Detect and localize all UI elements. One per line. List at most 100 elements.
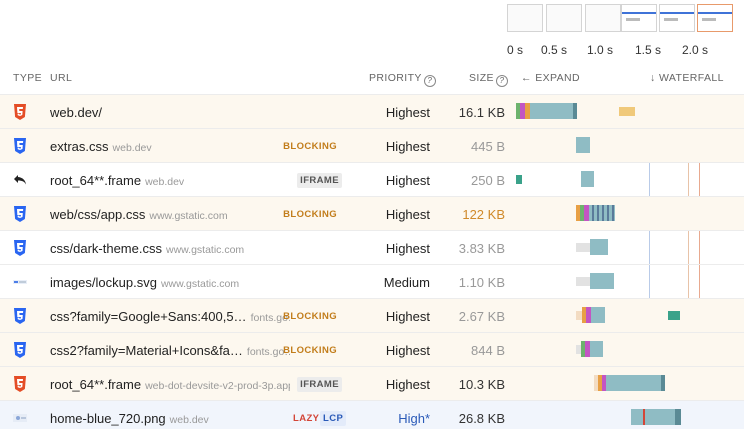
url-column-header[interactable]: URL bbox=[50, 72, 72, 84]
waterfall-bar[interactable] bbox=[515, 367, 744, 401]
table-row[interactable]: root_64**.frame web.dev IFRAME Highest 25… bbox=[0, 162, 744, 196]
waterfall-bar[interactable] bbox=[515, 401, 744, 429]
request-url[interactable]: home-blue_720.png web.dev bbox=[50, 411, 209, 426]
request-waterfall-panel: 0 s 0.5 s 1.0 s 1.5 s 2.0 s TYPE URL PRI… bbox=[0, 0, 744, 429]
request-url[interactable]: images/lockup.svg www.gstatic.com bbox=[50, 275, 239, 290]
waterfall-bar[interactable] bbox=[515, 95, 744, 129]
priority-value: Highest bbox=[385, 241, 430, 256]
size-label: SIZE bbox=[469, 72, 494, 84]
request-url[interactable]: root_64**.frame web.dev bbox=[50, 173, 184, 188]
size-column-header[interactable]: SIZE? bbox=[469, 72, 508, 87]
priority-value: Highest bbox=[385, 343, 430, 358]
iframe-badge: IFRAME bbox=[297, 173, 342, 188]
url-path: css?family=Google+Sans:400,5… bbox=[50, 309, 247, 324]
request-domain: web.dev bbox=[169, 414, 209, 426]
css3-icon bbox=[14, 308, 26, 324]
request-url[interactable]: css2?family=Material+Icons&fa…fonts.go… bbox=[50, 343, 290, 358]
waterfall-bar[interactable] bbox=[515, 299, 744, 333]
size-value: 122 KB bbox=[462, 207, 505, 222]
svg-image-icon bbox=[13, 280, 27, 284]
blocking-badge: BLOCKING bbox=[283, 209, 337, 220]
url-path: css/dark-theme.css bbox=[50, 241, 162, 256]
time-tick: 2.0 s bbox=[681, 43, 708, 57]
table-row[interactable]: css/dark-theme.css www.gstatic.com Highes… bbox=[0, 230, 744, 264]
waterfall-bar[interactable] bbox=[515, 333, 744, 367]
table-row[interactable]: extras.css web.dev BLOCKING Highest 445 B bbox=[0, 128, 744, 162]
lcp-badge: LCP bbox=[320, 411, 347, 426]
waterfall-bar[interactable] bbox=[515, 231, 744, 265]
size-value: 445 B bbox=[471, 139, 505, 154]
url-path: root_64**.frame bbox=[50, 377, 142, 392]
filmstrip-frame-3[interactable] bbox=[621, 4, 657, 32]
table-header: TYPE URL PRIORITY? SIZE? ← EXPAND ↓ WATE… bbox=[0, 64, 744, 92]
waterfall-bar[interactable] bbox=[515, 265, 744, 299]
size-value: 26.8 KB bbox=[458, 411, 505, 426]
request-list: web.dev/ Highest 16.1 KB extras.css web.d… bbox=[0, 94, 744, 429]
url-path: home-blue_720.png bbox=[50, 411, 166, 426]
request-domain: www.gstatic.com bbox=[149, 210, 228, 222]
waterfall-bar[interactable] bbox=[515, 163, 744, 197]
priority-label: PRIORITY bbox=[369, 72, 422, 84]
table-row[interactable]: css?family=Google+Sans:400,5…fonts.go… B… bbox=[0, 298, 744, 332]
filmstrip-frame-1[interactable] bbox=[546, 4, 582, 32]
table-row[interactable]: web/css/app.css www.gstatic.com BLOCKING … bbox=[0, 196, 744, 230]
table-row[interactable]: images/lockup.svg www.gstatic.com Medium … bbox=[0, 264, 744, 298]
priority-value: Highest bbox=[385, 105, 430, 120]
waterfall-bar[interactable] bbox=[515, 129, 744, 163]
request-url[interactable]: css?family=Google+Sans:400,5…fonts.go… bbox=[50, 309, 290, 324]
url-path: root_64**.frame bbox=[50, 173, 142, 188]
time-tick: 1.0 s bbox=[586, 43, 613, 57]
request-domain: web.dev bbox=[145, 176, 185, 188]
priority-value: Highest bbox=[385, 377, 430, 392]
time-tick: 0.5 s bbox=[540, 43, 567, 57]
priority-value: Medium bbox=[383, 275, 430, 290]
priority-value: High* bbox=[398, 411, 430, 426]
request-url[interactable]: css/dark-theme.css www.gstatic.com bbox=[50, 241, 244, 256]
size-value: 844 B bbox=[471, 343, 505, 358]
size-value: 1.10 KB bbox=[458, 275, 505, 290]
waterfall-bar[interactable] bbox=[515, 197, 744, 231]
lazy-badge: LAZY bbox=[293, 413, 320, 424]
filmstrip-frame-4[interactable] bbox=[659, 4, 695, 32]
request-url[interactable]: web.dev/ bbox=[50, 105, 102, 120]
request-domain: www.gstatic.com bbox=[165, 244, 245, 256]
redirect-arrow-icon bbox=[14, 175, 26, 185]
priority-value: Highest bbox=[385, 173, 430, 188]
size-value: 3.83 KB bbox=[458, 241, 505, 256]
table-row[interactable]: home-blue_720.png web.dev LAZY LCP High* … bbox=[0, 400, 744, 429]
iframe-badge: IFRAME bbox=[297, 377, 342, 392]
filmstrip-frame-2[interactable] bbox=[585, 4, 621, 32]
png-image-icon bbox=[13, 414, 27, 422]
blocking-badge: BLOCKING bbox=[283, 141, 337, 152]
request-domain: web-dot-devsite-v2-prod-3p.appsp… bbox=[145, 380, 290, 392]
priority-value: Highest bbox=[385, 309, 430, 324]
filmstrip-frame-0[interactable] bbox=[507, 4, 543, 32]
waterfall-toggle[interactable]: ↓ WATERFALL bbox=[650, 72, 724, 84]
blocking-badge: BLOCKING bbox=[283, 345, 337, 356]
priority-value: Highest bbox=[385, 207, 430, 222]
filmstrip-frame-5[interactable] bbox=[697, 4, 733, 32]
help-icon[interactable]: ? bbox=[423, 75, 436, 87]
table-row[interactable]: css2?family=Material+Icons&fa…fonts.go… … bbox=[0, 332, 744, 366]
request-domain: web.dev bbox=[112, 142, 152, 154]
time-tick: 0 s bbox=[506, 43, 523, 57]
table-row[interactable]: web.dev/ Highest 16.1 KB bbox=[0, 94, 744, 128]
request-url[interactable]: web/css/app.css www.gstatic.com bbox=[50, 207, 228, 222]
expand-button[interactable]: ← EXPAND bbox=[521, 72, 580, 84]
request-domain: www.gstatic.com bbox=[160, 278, 240, 290]
size-value: 2.67 KB bbox=[458, 309, 505, 324]
request-url[interactable]: root_64**.frame web-dot-devsite-v2-prod-3… bbox=[50, 377, 290, 392]
priority-column-header[interactable]: PRIORITY? bbox=[369, 72, 436, 87]
url-path: css2?family=Material+Icons&fa… bbox=[50, 343, 243, 358]
size-value: 250 B bbox=[471, 173, 505, 188]
priority-value: Highest bbox=[385, 139, 430, 154]
table-row[interactable]: root_64**.frame web-dot-devsite-v2-prod-3… bbox=[0, 366, 744, 400]
help-icon[interactable]: ? bbox=[495, 75, 508, 87]
time-tick: 1.5 s bbox=[634, 43, 661, 57]
size-value: 16.1 KB bbox=[458, 105, 505, 120]
blocking-badge: BLOCKING bbox=[283, 311, 337, 322]
request-url[interactable]: extras.css web.dev bbox=[50, 139, 152, 154]
url-path: web/css/app.css bbox=[50, 207, 146, 222]
css3-icon bbox=[14, 138, 26, 154]
css3-icon bbox=[14, 240, 26, 256]
